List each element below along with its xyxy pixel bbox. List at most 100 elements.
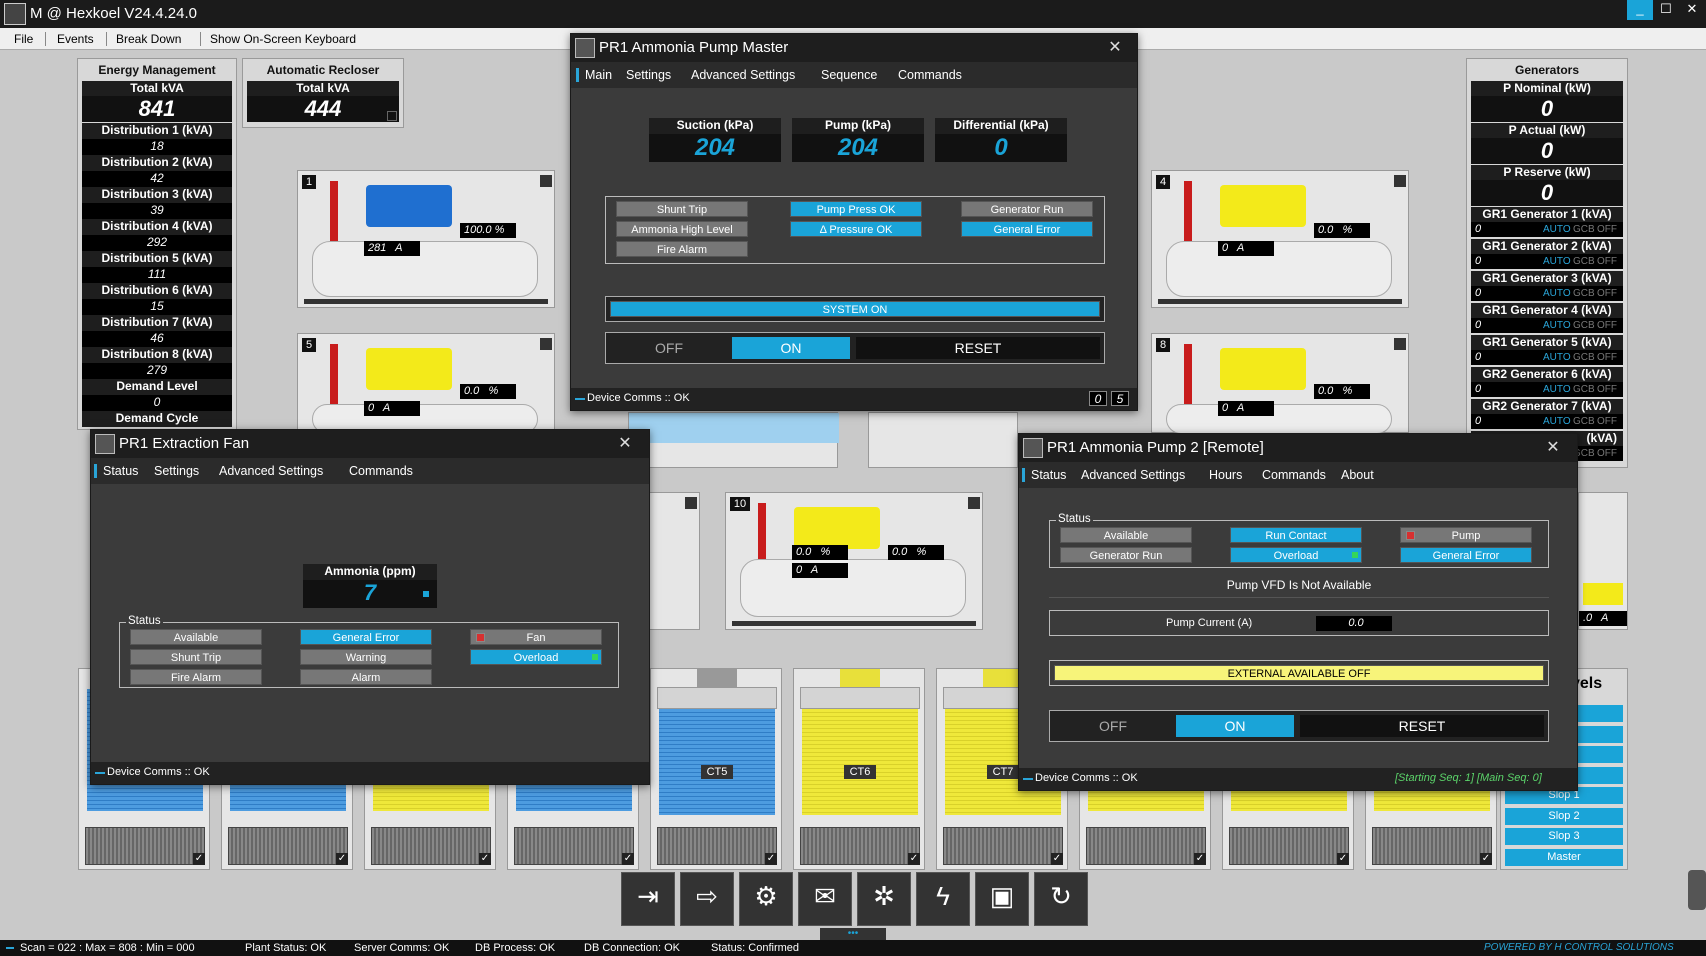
receiver-tank bbox=[740, 559, 966, 617]
tab-about[interactable]: About bbox=[1341, 468, 1374, 482]
window-title-bar: PR1 Ammonia Pump 2 [Remote] ✕ bbox=[1019, 434, 1577, 462]
generator-value: 0 bbox=[1475, 255, 1482, 267]
save-button[interactable]: ▣ bbox=[975, 872, 1029, 926]
compressor-load-2: 0.0 % bbox=[888, 545, 944, 560]
tab-advanced-settings[interactable]: Advanced Settings bbox=[691, 68, 795, 82]
tab-commands[interactable]: Commands bbox=[349, 464, 413, 478]
generator-row[interactable]: 0 AUTO GCB OFF bbox=[1471, 254, 1623, 269]
fan-grille bbox=[514, 827, 634, 865]
minimize-button[interactable]: _ bbox=[1627, 0, 1653, 20]
pump-alarm-dot bbox=[1406, 531, 1415, 540]
tab-commands[interactable]: Commands bbox=[1262, 468, 1326, 482]
distribution-value: 42 bbox=[82, 171, 232, 187]
level-nav-button[interactable]: Slop 2 bbox=[1505, 807, 1623, 825]
gcb-badge: GCB bbox=[1573, 320, 1595, 331]
off-button[interactable]: OFF bbox=[1054, 715, 1172, 737]
auto-badge: AUTO bbox=[1543, 384, 1571, 395]
distribution-label: Distribution 7 (kVA) bbox=[82, 315, 232, 331]
menu-keyboard[interactable]: Show On-Screen Keyboard bbox=[210, 32, 356, 46]
tab-main[interactable]: Main bbox=[576, 68, 612, 82]
sequence-status: [Starting Seq: 1] [Main Seq: 0] bbox=[1395, 772, 1542, 784]
dock-handle[interactable]: ••• bbox=[820, 928, 886, 940]
window-title-bar: PR1 Extraction Fan ✕ bbox=[91, 430, 649, 458]
compressor-number: 5 bbox=[302, 338, 316, 352]
tab-status[interactable]: Status bbox=[94, 464, 138, 478]
on-button[interactable]: ON bbox=[1176, 715, 1294, 737]
generator-row[interactable]: 0 AUTO GCB OFF bbox=[1471, 382, 1623, 397]
device-comms-status: Device Comms :: OK bbox=[107, 766, 210, 778]
status-bar: Scan = 022 : Max = 808 : Min = 000 Plant… bbox=[0, 940, 1706, 956]
receiver-tank bbox=[312, 241, 538, 297]
login-button[interactable]: ⇥ bbox=[621, 872, 675, 926]
fan-grille bbox=[1086, 827, 1206, 865]
generator-label: GR1 Generator 1 (kVA) bbox=[1471, 207, 1623, 222]
generator-row[interactable]: 0 AUTO GCB OFF bbox=[1471, 286, 1623, 301]
tab-advanced-settings[interactable]: Advanced Settings bbox=[219, 464, 323, 478]
plant-button[interactable]: ✲ bbox=[857, 872, 911, 926]
receiver-tank bbox=[1166, 241, 1392, 297]
plant-icon: ✲ bbox=[873, 881, 895, 911]
level-nav-button[interactable]: Master bbox=[1505, 848, 1623, 866]
comms-line bbox=[95, 772, 105, 774]
menu-breakdown[interactable]: Break Down bbox=[116, 32, 181, 46]
power-button[interactable]: ϟ bbox=[916, 872, 970, 926]
close-icon[interactable]: ✕ bbox=[615, 433, 635, 453]
compressor-5[interactable]: 5 0 A 0.0 % bbox=[297, 333, 555, 434]
close-icon[interactable]: ✕ bbox=[1543, 437, 1563, 457]
generator-row[interactable]: 0 AUTO GCB OFF bbox=[1471, 350, 1623, 365]
energy-title: Energy Management bbox=[98, 63, 216, 77]
logout-button[interactable]: ⇨ bbox=[680, 872, 734, 926]
fire-alarm-indicator: Fire Alarm bbox=[130, 669, 262, 685]
maximize-button[interactable]: ☐ bbox=[1653, 0, 1679, 20]
mail-button[interactable]: ✉ bbox=[798, 872, 852, 926]
tab-bar: Status Advanced Settings Hours Commands … bbox=[1019, 462, 1577, 488]
app-title: M @ Hexkoel V24.4.24.0 bbox=[30, 5, 197, 22]
run-contact-indicator: Run Contact bbox=[1230, 527, 1362, 543]
off-button[interactable]: OFF bbox=[610, 337, 728, 359]
tower-top bbox=[800, 687, 920, 709]
auto-badge: AUTO bbox=[1543, 352, 1571, 363]
distribution-label: Distribution 5 (kVA) bbox=[82, 251, 232, 267]
generator-row[interactable]: 0 AUTO GCB OFF bbox=[1471, 414, 1623, 429]
close-icon[interactable]: ✕ bbox=[1105, 37, 1125, 57]
cooling-tower[interactable]: ✓ CT6 bbox=[793, 668, 925, 870]
compressor-4[interactable]: 4 0 A 0.0 % bbox=[1151, 170, 1409, 308]
side-tab-button[interactable] bbox=[1688, 870, 1706, 910]
refresh-button[interactable]: ↻ bbox=[1034, 872, 1088, 926]
off-badge: OFF bbox=[1597, 320, 1617, 331]
gcb-badge: GCB bbox=[1573, 288, 1595, 299]
generator-value: 0 bbox=[1475, 415, 1482, 427]
level-nav-button[interactable]: Slop 3 bbox=[1505, 828, 1623, 845]
menu-divider bbox=[106, 32, 107, 46]
tab-sequence[interactable]: Sequence bbox=[821, 68, 877, 82]
plant-status: Plant Status: OK bbox=[245, 942, 327, 954]
generator-row[interactable]: 0 AUTO GCB OFF bbox=[1471, 318, 1623, 333]
compressor-8[interactable]: 8 0 A 0.0 % bbox=[1151, 333, 1409, 434]
menu-file[interactable]: File bbox=[14, 32, 33, 46]
device-comms-status: Device Comms :: OK bbox=[587, 392, 690, 404]
tab-status[interactable]: Status bbox=[1022, 468, 1066, 482]
tab-hours[interactable]: Hours bbox=[1209, 468, 1242, 482]
external-frame: EXTERNAL AVAILABLE OFF bbox=[1049, 660, 1549, 686]
on-button[interactable]: ON bbox=[732, 337, 850, 359]
reset-button[interactable]: RESET bbox=[856, 337, 1100, 359]
generator-row[interactable]: 0 AUTO GCB OFF bbox=[1471, 222, 1623, 237]
check-icon: ✓ bbox=[908, 853, 920, 865]
compressor-1[interactable]: 1 281 A 100.0 % bbox=[297, 170, 555, 308]
user-settings-button[interactable]: ⚙ bbox=[739, 872, 793, 926]
tab-settings[interactable]: Settings bbox=[154, 464, 199, 478]
menu-events[interactable]: Events bbox=[57, 32, 94, 46]
tab-advanced-settings[interactable]: Advanced Settings bbox=[1081, 468, 1185, 482]
generator-value: 0 bbox=[1475, 319, 1482, 331]
pump2-window: PR1 Ammonia Pump 2 [Remote] ✕ Status Adv… bbox=[1018, 433, 1578, 791]
tab-settings[interactable]: Settings bbox=[626, 68, 671, 82]
close-button[interactable]: ✕ bbox=[1679, 0, 1705, 20]
tab-commands[interactable]: Commands bbox=[898, 68, 962, 82]
distribution-label: Distribution 2 (kVA) bbox=[82, 155, 232, 171]
general-error-indicator: General Error bbox=[961, 221, 1093, 237]
status-group: Shunt Trip Ammonia High Level Fire Alarm… bbox=[605, 196, 1105, 264]
compressor-10[interactable]: 10 0 A 0.0 % 0.0 % bbox=[725, 492, 983, 630]
cooling-tower[interactable]: ✓ CT5 bbox=[650, 668, 782, 870]
gcb-badge: GCB bbox=[1573, 256, 1595, 267]
reset-button[interactable]: RESET bbox=[1300, 715, 1544, 737]
